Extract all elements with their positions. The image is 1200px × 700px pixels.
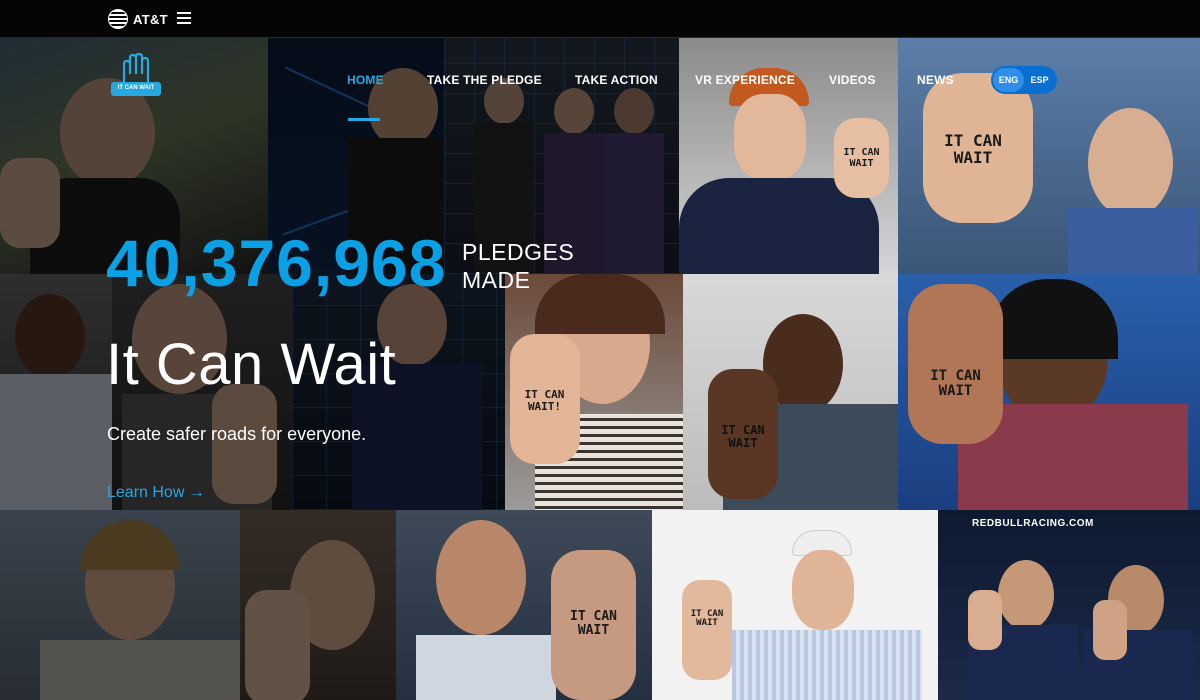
photo-tile: IT CAN WAIT! xyxy=(505,274,683,510)
lang-esp-option[interactable]: ESP xyxy=(1024,68,1055,92)
pledge-label-line1: PLEDGES xyxy=(462,239,575,265)
menu-icon[interactable] xyxy=(177,12,191,24)
nav-take-action[interactable]: TAKE ACTION xyxy=(575,73,658,87)
hand-writing: IT CAN WAIT! xyxy=(524,388,565,413)
att-logo[interactable]: AT&T xyxy=(108,8,168,30)
global-header: AT&T xyxy=(0,0,1200,38)
photo-tile xyxy=(0,510,240,700)
photo-tile xyxy=(240,510,396,700)
photo-tile xyxy=(0,274,112,510)
hand-writing: IT CAN WAIT xyxy=(930,368,981,399)
nav-home[interactable]: HOME xyxy=(347,73,384,87)
photo-tile: IT CAN WAIT xyxy=(683,274,898,510)
nav-vr-experience[interactable]: VR EXPERIENCE xyxy=(695,73,795,87)
lang-eng-option[interactable]: ENG xyxy=(993,68,1024,92)
hand-writing: IT CAN WAIT xyxy=(690,609,724,629)
nav-videos[interactable]: VIDEOS xyxy=(829,73,876,87)
sponsor-banner: REDBULLRACING.COM xyxy=(972,518,1094,529)
photo-tile: IT CAN WAIT xyxy=(396,510,652,700)
hand-logo-icon xyxy=(111,52,161,96)
nav-active-indicator xyxy=(348,118,380,121)
pledge-count-label: PLEDGES MADE xyxy=(462,238,574,294)
logo-text: IT CAN WAIT xyxy=(117,85,155,91)
pledge-count: 40,376,968 xyxy=(106,226,447,300)
learn-how-link[interactable]: Learn How → xyxy=(107,484,205,502)
main-nav: IT CAN WAIT HOME TAKE THE PLEDGE TAKE AC… xyxy=(0,38,1200,122)
pledge-label-line2: MADE xyxy=(462,267,531,293)
it-can-wait-logo[interactable]: IT CAN WAIT xyxy=(109,52,163,100)
hero-subhead: Create safer roads for everyone. xyxy=(107,424,367,444)
nav-take-the-pledge[interactable]: TAKE THE PLEDGE xyxy=(427,73,542,87)
att-globe-icon xyxy=(108,9,128,29)
photo-tile: REDBULLRACING.COM xyxy=(938,510,1200,700)
hand-writing: IT CAN WAIT xyxy=(843,147,880,169)
photo-tile: IT CAN WAIT xyxy=(652,510,938,700)
hand-writing: IT CAN WAIT xyxy=(944,131,1002,167)
language-toggle[interactable]: ENG ESP xyxy=(991,66,1057,94)
hand-writing: IT CAN WAIT xyxy=(721,423,765,450)
photo-tile: IT CAN WAIT xyxy=(898,274,1200,510)
hero-headline: It Can Wait xyxy=(106,332,397,397)
hand-writing: IT CAN WAIT xyxy=(570,609,617,638)
att-wordmark: AT&T xyxy=(133,11,168,27)
nav-news[interactable]: NEWS xyxy=(917,73,954,87)
